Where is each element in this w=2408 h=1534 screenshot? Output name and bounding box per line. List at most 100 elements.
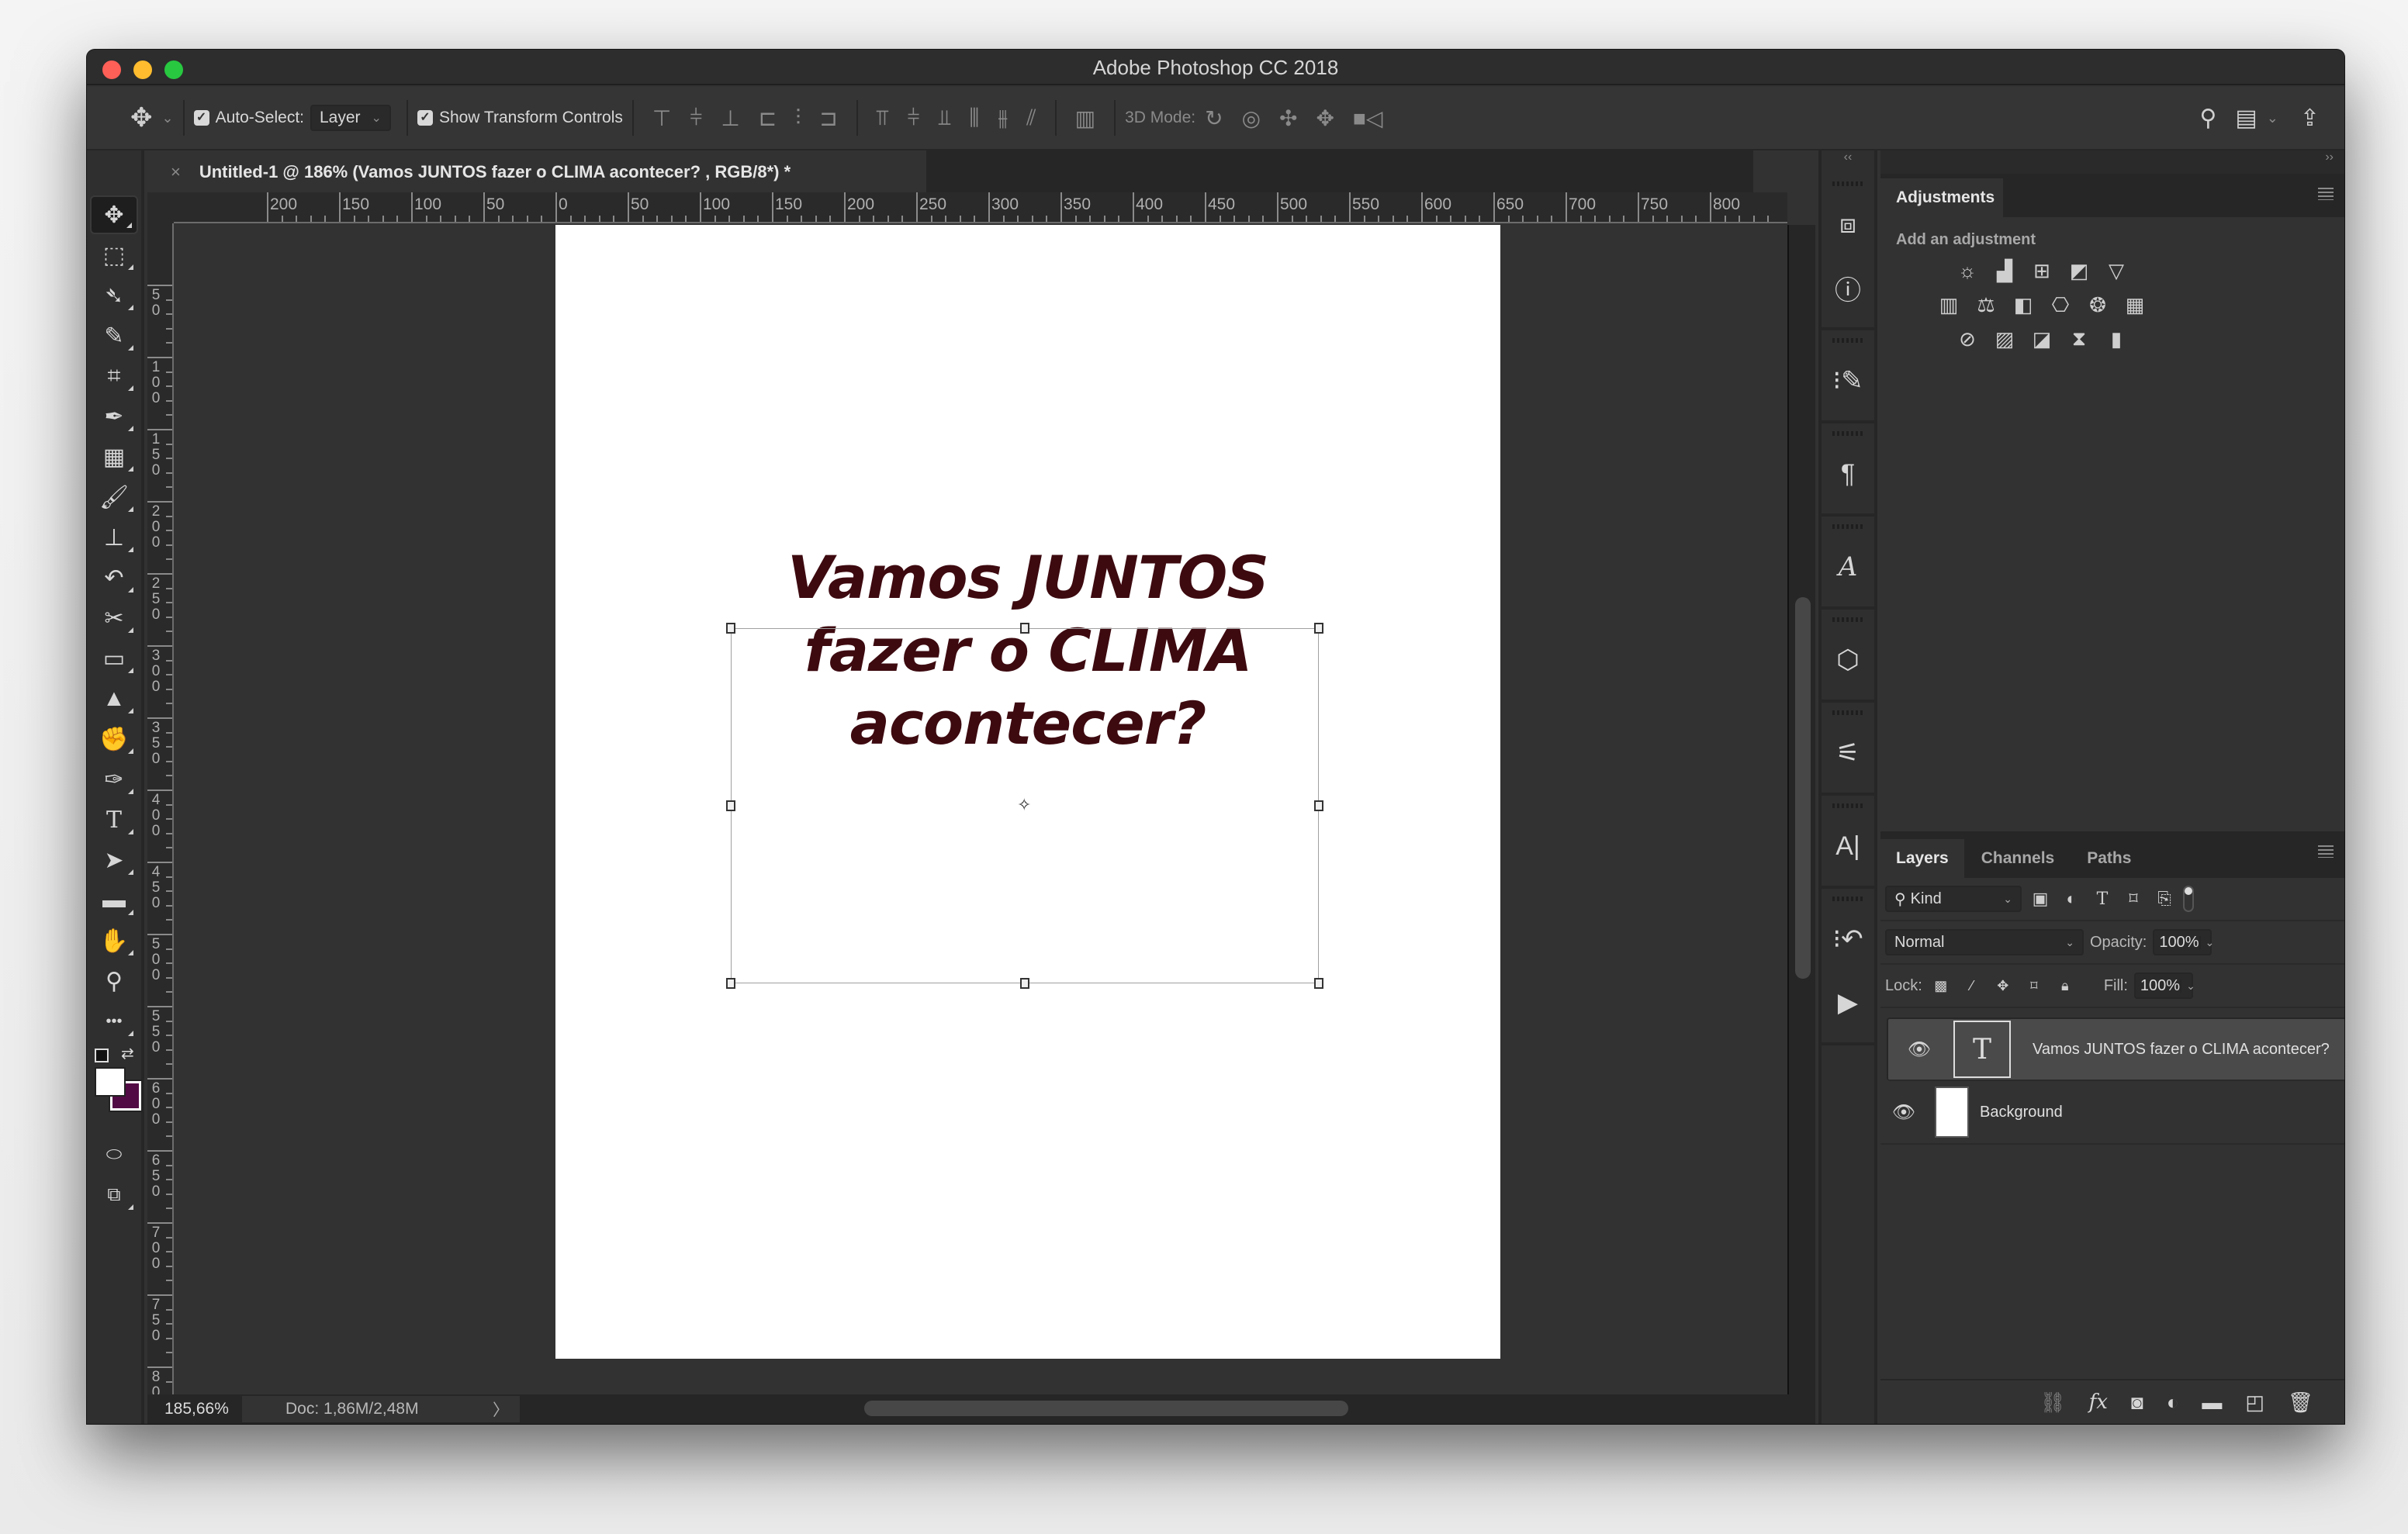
- distribute-vcenter-icon[interactable]: ⫩: [908, 105, 920, 131]
- auto-select-checkbox[interactable]: ✓ Auto-Select:: [193, 87, 304, 149]
- transform-bounding-box[interactable]: ✧: [726, 623, 1323, 989]
- eyedropper-tool[interactable]: ✒: [90, 397, 138, 436]
- align-horizontal-centers-icon[interactable]: ⫶: [795, 105, 801, 131]
- vertical-ruler[interactable]: 50 100 150 200 250 300 350 400 450 500 550 600 650 70…: [147, 223, 174, 1394]
- quick-mask-icon[interactable]: ⬭: [90, 1135, 138, 1174]
- curves-icon[interactable]: ⊞: [2029, 258, 2054, 283]
- new-adjustment-icon[interactable]: ◐: [2167, 1391, 2179, 1415]
- brush-presets-icon[interactable]: ⁝✎: [1822, 349, 1874, 413]
- auto-select-target-dropdown[interactable]: Layer ⌄: [310, 105, 391, 131]
- frame-tool[interactable]: ▦: [90, 437, 138, 476]
- transform-handle-middle-right[interactable]: [1314, 800, 1323, 811]
- collapse-strip-icon[interactable]: ‹‹: [1822, 150, 1874, 174]
- lock-position-icon[interactable]: ✥: [1991, 973, 2015, 998]
- channel-mixer-icon[interactable]: ❂: [2085, 292, 2110, 317]
- black-white-icon[interactable]: ◧: [2011, 292, 2036, 317]
- document-canvas[interactable]: Vamos JUNTOS fazer o CLIMA acontecer? ✧: [555, 225, 1500, 1359]
- blend-mode-dropdown[interactable]: Normal ⌄: [1885, 929, 2084, 955]
- share-icon[interactable]: ⇪: [2300, 105, 2320, 132]
- slide-3d-icon[interactable]: ✥: [1316, 105, 1334, 131]
- blur-tool[interactable]: ▲: [90, 679, 138, 718]
- pan-3d-icon[interactable]: ✣: [1279, 105, 1297, 131]
- gradient-map-icon[interactable]: ▮: [2104, 326, 2129, 351]
- search-icon[interactable]: ⚲: [2199, 105, 2216, 132]
- photo-filter-icon[interactable]: ⎔: [2048, 292, 2073, 317]
- distribute-top-icon[interactable]: ⫪: [877, 105, 889, 131]
- quick-selection-tool[interactable]: ✎: [90, 316, 138, 355]
- tab-adjustments[interactable]: Adjustments: [1880, 178, 2005, 217]
- distribute-bottom-icon[interactable]: ⫫: [939, 105, 951, 131]
- crop-tool[interactable]: ⌗: [90, 357, 138, 396]
- gradient-tool[interactable]: ▭: [90, 639, 138, 678]
- tab-paths[interactable]: Paths: [2071, 839, 2149, 878]
- align-bottom-edges-icon[interactable]: ⊥: [721, 105, 739, 131]
- reference-point-icon[interactable]: ✧: [1017, 796, 1031, 814]
- scale-3d-icon[interactable]: ■◁: [1353, 105, 1382, 131]
- vibrance-icon[interactable]: ▽: [2104, 258, 2129, 283]
- canvas-pasteboard[interactable]: Vamos JUNTOS fazer o CLIMA acontecer? ✧: [175, 225, 1787, 1394]
- document-tab[interactable]: × Untitled-1 @ 186% (Vamos JUNTOS fazer …: [147, 150, 926, 194]
- info-icon[interactable]: ⓘ: [1822, 256, 1874, 320]
- tab-layers[interactable]: Layers: [1880, 839, 1966, 878]
- color-lookup-icon[interactable]: ▦: [2123, 292, 2147, 317]
- fill-input[interactable]: 100% ⌄: [2133, 973, 2195, 999]
- exposure-icon[interactable]: ◩: [2067, 258, 2091, 283]
- tool-preset-chevron-icon[interactable]: ⌄: [162, 110, 174, 126]
- layer-row-background[interactable]: 👁︎ Background 🔒︎: [1880, 1081, 2344, 1145]
- lock-transparent-pixels-icon[interactable]: ▩: [1929, 973, 1953, 998]
- brightness-contrast-icon[interactable]: ☼: [1955, 258, 1980, 283]
- type-tool[interactable]: T: [90, 800, 138, 839]
- workspace-chevron-icon[interactable]: ⌄: [2267, 110, 2278, 126]
- new-group-icon[interactable]: ▬: [2202, 1391, 2222, 1415]
- orbit-3d-icon[interactable]: ↻: [1205, 105, 1223, 131]
- levels-icon[interactable]: ▟: [1992, 258, 2017, 283]
- pen-tool[interactable]: ✑: [90, 760, 138, 799]
- distribute-hcenter-icon[interactable]: ⫵: [998, 105, 1008, 131]
- vertical-scroll-thumb[interactable]: [1795, 597, 1811, 979]
- foreground-color-swatch[interactable]: [95, 1067, 126, 1097]
- actions-play-icon[interactable]: ▶: [1822, 971, 1874, 1035]
- default-colors-icon[interactable]: [95, 1049, 109, 1062]
- threshold-icon[interactable]: ◪: [2029, 326, 2054, 351]
- chevron-right-icon[interactable]: 〉: [493, 1398, 509, 1421]
- transform-handle-top-right[interactable]: [1314, 623, 1323, 634]
- hand-tool[interactable]: ✋: [90, 921, 138, 960]
- filter-type-icon[interactable]: T: [2090, 886, 2115, 911]
- brush-tool[interactable]: 🖌: [90, 478, 138, 517]
- delete-layer-icon[interactable]: 🗑︎: [2288, 1391, 2313, 1415]
- filter-toggle[interactable]: [2183, 886, 2194, 912]
- move-tool[interactable]: ✥: [90, 195, 138, 234]
- transform-handle-bottom-center[interactable]: [1020, 978, 1029, 989]
- paragraph-icon[interactable]: ¶: [1822, 442, 1874, 506]
- opacity-input[interactable]: 100% ⌄: [2153, 929, 2214, 955]
- align-left-edges-icon[interactable]: ⊏: [759, 105, 777, 131]
- rectangle-tool[interactable]: ▬: [90, 881, 138, 920]
- vertical-scrollbar[interactable]: [1787, 225, 1815, 1394]
- lasso-tool[interactable]: ➴: [90, 276, 138, 315]
- link-layers-icon[interactable]: ⛓: [2040, 1391, 2066, 1415]
- brush-settings-icon[interactable]: ⚟: [1822, 721, 1874, 785]
- filter-adjustment-icon[interactable]: ◐: [2059, 886, 2084, 911]
- path-selection-tool[interactable]: ➤: [90, 841, 138, 879]
- layers-menu-icon[interactable]: [2318, 845, 2334, 858]
- marquee-tool[interactable]: ⬚: [90, 236, 138, 275]
- auto-align-icon[interactable]: ▥: [1075, 105, 1095, 131]
- invert-icon[interactable]: ⊘: [1955, 326, 1980, 351]
- fx-icon[interactable]: fx: [2089, 1391, 2108, 1414]
- posterize-icon[interactable]: ▨: [1992, 326, 2017, 351]
- clone-stamp-tool[interactable]: ⊥: [90, 518, 138, 557]
- history-brush-tool[interactable]: ↶: [90, 558, 138, 597]
- add-mask-icon[interactable]: ◙: [2131, 1391, 2143, 1415]
- transform-handle-middle-left[interactable]: [726, 800, 735, 811]
- libraries-icon[interactable]: ⧈: [1822, 192, 1874, 256]
- edit-toolbar[interactable]: •••: [90, 1002, 138, 1041]
- history-icon[interactable]: ⁝↶: [1822, 907, 1874, 971]
- hue-saturation-icon[interactable]: ▥: [1936, 292, 1961, 317]
- show-transform-controls-checkbox[interactable]: ✓ Show Transform Controls: [417, 87, 623, 149]
- transform-handle-bottom-right[interactable]: [1314, 978, 1323, 989]
- selective-color-icon[interactable]: ⧗: [2067, 326, 2091, 351]
- ruler-origin[interactable]: [147, 192, 174, 223]
- tab-channels[interactable]: Channels: [1966, 839, 2072, 878]
- new-layer-icon[interactable]: ◰: [2245, 1391, 2264, 1415]
- roll-3d-icon[interactable]: ◎: [1242, 105, 1261, 131]
